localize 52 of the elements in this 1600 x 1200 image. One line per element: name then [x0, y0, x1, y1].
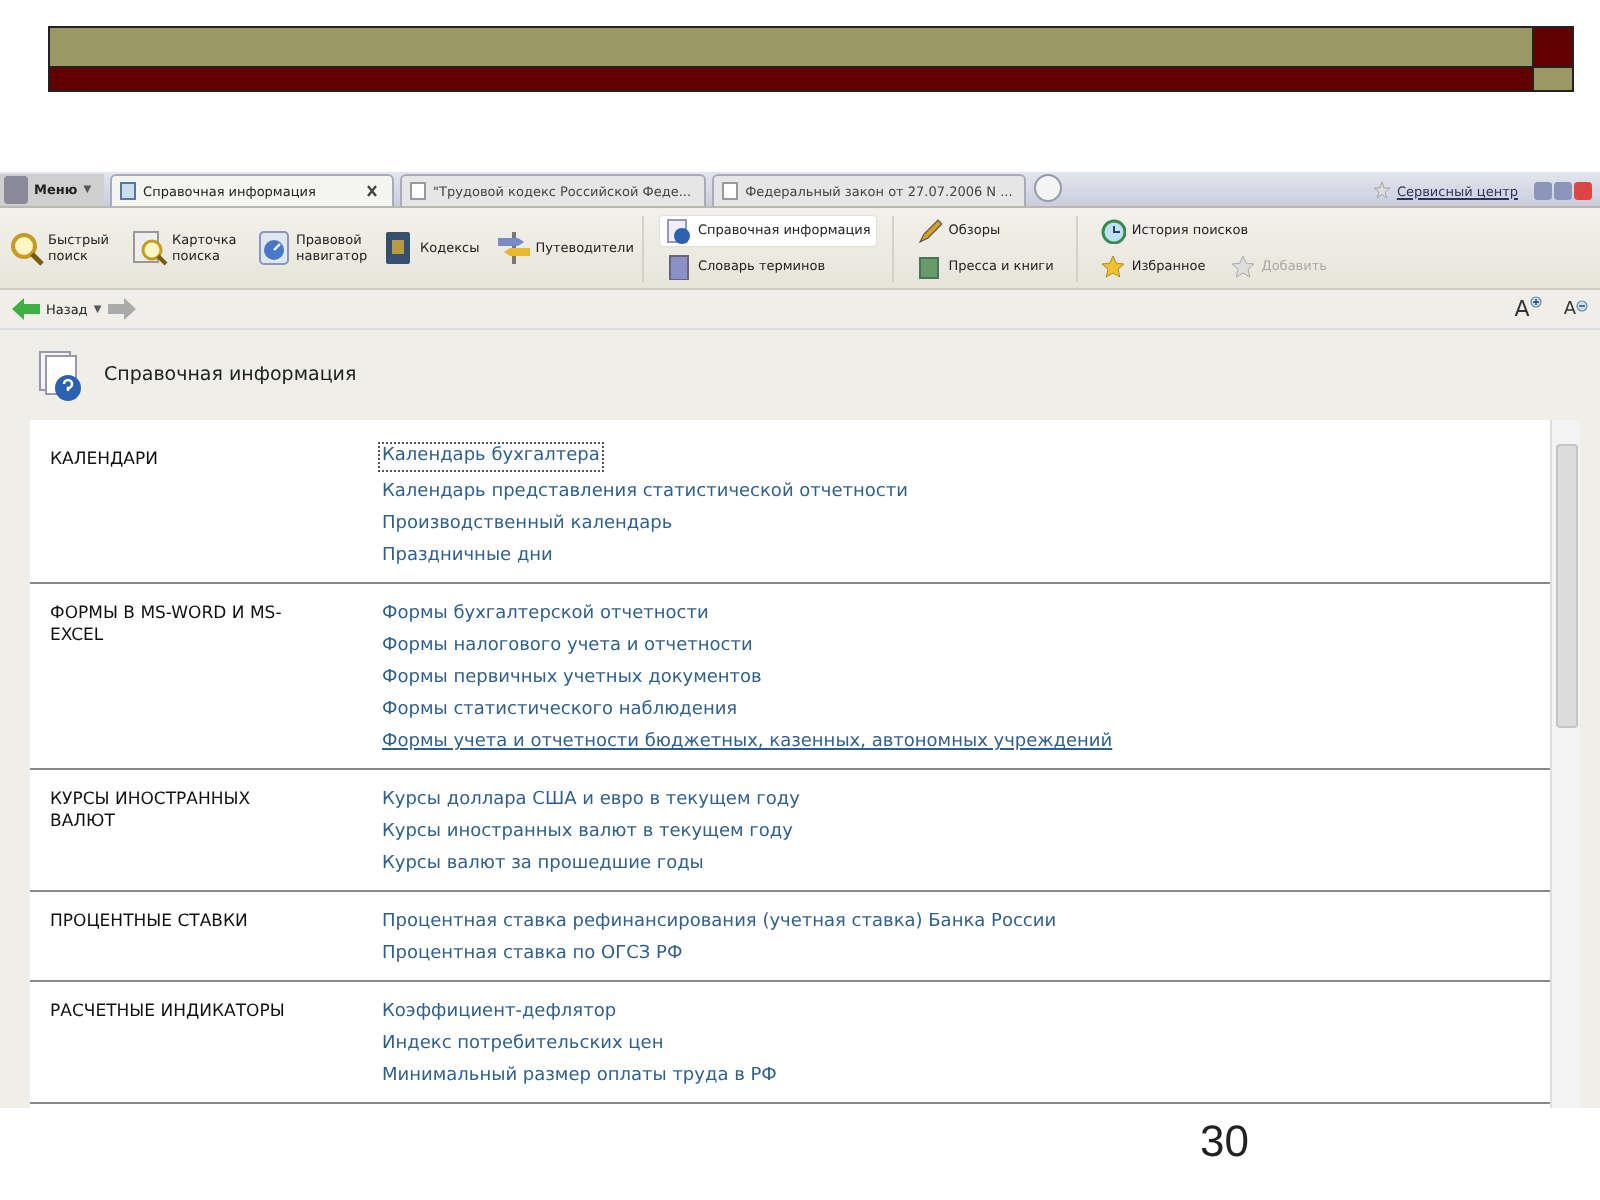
- link[interactable]: Процентная ставка по ОГСЗ РФ: [380, 938, 685, 970]
- decrease-font-button[interactable]: A: [1563, 299, 1588, 319]
- section-title: КУРСЫ ИНОСТРАННЫХ ВАЛЮТ: [50, 788, 253, 836]
- section-title: ПРОЦЕНТНЫЕ СТАВКИ: [50, 910, 250, 936]
- link[interactable]: Формы учета и отчетности бюджетных, казенных, автономных учреждений: [380, 726, 1115, 758]
- magnifier-icon: [8, 230, 44, 266]
- increase-font-button[interactable]: A: [1514, 296, 1542, 322]
- star-icon: [1374, 182, 1391, 200]
- link[interactable]: Праздничные дни: [380, 540, 555, 572]
- avatar-icon: [4, 176, 28, 204]
- link[interactable]: Производственный календарь: [380, 508, 675, 540]
- right-arrow-icon: [107, 298, 136, 320]
- scrollbar[interactable]: [1550, 420, 1580, 1108]
- page-title: Справочная информация: [104, 364, 357, 386]
- section-title: РАСЧЕТНЫЕ ИНДИКАТОРЫ: [50, 1000, 287, 1026]
- star-icon: [1099, 253, 1126, 279]
- magnifier-card-icon: [132, 230, 168, 266]
- scrollbar-thumb[interactable]: [1556, 444, 1578, 728]
- document-icon: [119, 182, 136, 200]
- link[interactable]: Курсы иностранных валют в текущем году: [380, 816, 795, 848]
- close-icon: [363, 182, 380, 200]
- help-document-icon: [665, 217, 692, 243]
- star-icon: [1229, 253, 1256, 279]
- link[interactable]: Календарь представления статистической отчетности: [380, 476, 910, 508]
- link[interactable]: Минимальный размер оплаты труда в РФ: [380, 1060, 779, 1092]
- compass-icon: [256, 230, 292, 266]
- link[interactable]: Курсы доллара США и евро в текущем году: [380, 784, 802, 816]
- link[interactable]: Коэффициент-дефлятор: [380, 996, 619, 1028]
- close-button[interactable]: [1574, 182, 1592, 200]
- clock-icon: [1099, 217, 1126, 243]
- link[interactable]: Индекс потребительских цен: [380, 1028, 666, 1060]
- section-title: КАЛЕНДАРИ: [50, 448, 160, 474]
- link[interactable]: Формы статистического наблюдения: [380, 694, 740, 726]
- link[interactable]: Формы первичных учетных документов: [380, 662, 764, 694]
- signpost-icon: [495, 230, 532, 266]
- new-tab-button[interactable]: [1034, 174, 1063, 202]
- document-icon: [409, 182, 426, 200]
- forward-button[interactable]: [107, 298, 136, 320]
- link[interactable]: Формы налогового учета и отчетности: [380, 630, 755, 662]
- minus-icon: [1576, 299, 1588, 311]
- page-number: 30: [1200, 1116, 1251, 1168]
- left-arrow-icon: [12, 298, 40, 320]
- link[interactable]: Формы бухгалтерской отчетности: [380, 598, 711, 630]
- maximize-button[interactable]: [1554, 182, 1572, 200]
- section-title: ФОРМЫ В MS-WORD И MS-EXCEL: [50, 602, 284, 650]
- link[interactable]: Курсы валют за прошедшие годы: [380, 848, 706, 880]
- document-icon: [721, 182, 738, 200]
- minimize-button[interactable]: [1534, 182, 1552, 200]
- pen-icon: [916, 217, 943, 243]
- link[interactable]: Календарь бухгалтера: [380, 444, 602, 470]
- plus-icon: [1529, 296, 1542, 308]
- link[interactable]: Процентная ставка рефинансирования (учетная ставка) Банка России: [380, 906, 1059, 938]
